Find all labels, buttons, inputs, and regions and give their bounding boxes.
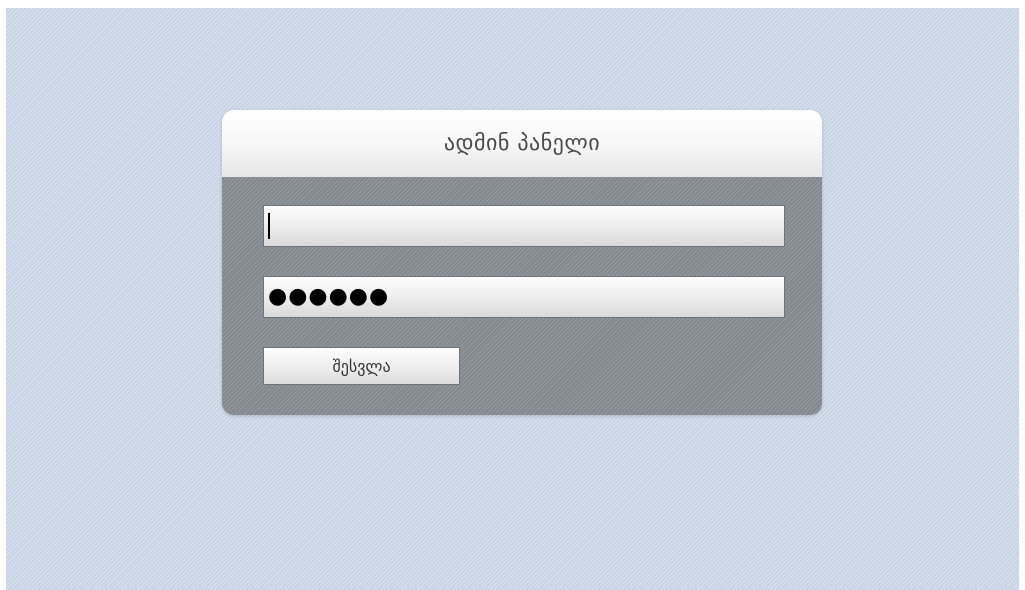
password-input[interactable]: ●●●●●●	[263, 276, 785, 318]
login-button[interactable]: შესვლა	[263, 347, 460, 385]
username-input[interactable]	[263, 205, 785, 247]
login-panel: ადმინ პანელი ●●●●●● შესვლა	[222, 110, 822, 415]
login-panel-header: ადმინ პანელი	[222, 110, 822, 177]
password-masked-value: ●●●●●●	[268, 284, 390, 309]
text-cursor	[268, 213, 270, 239]
page-background: ადმინ პანელი ●●●●●● შესვლა	[6, 8, 1019, 590]
panel-title: ადმინ პანელი	[443, 131, 601, 156]
login-panel-body: ●●●●●● შესვლა	[222, 177, 822, 415]
